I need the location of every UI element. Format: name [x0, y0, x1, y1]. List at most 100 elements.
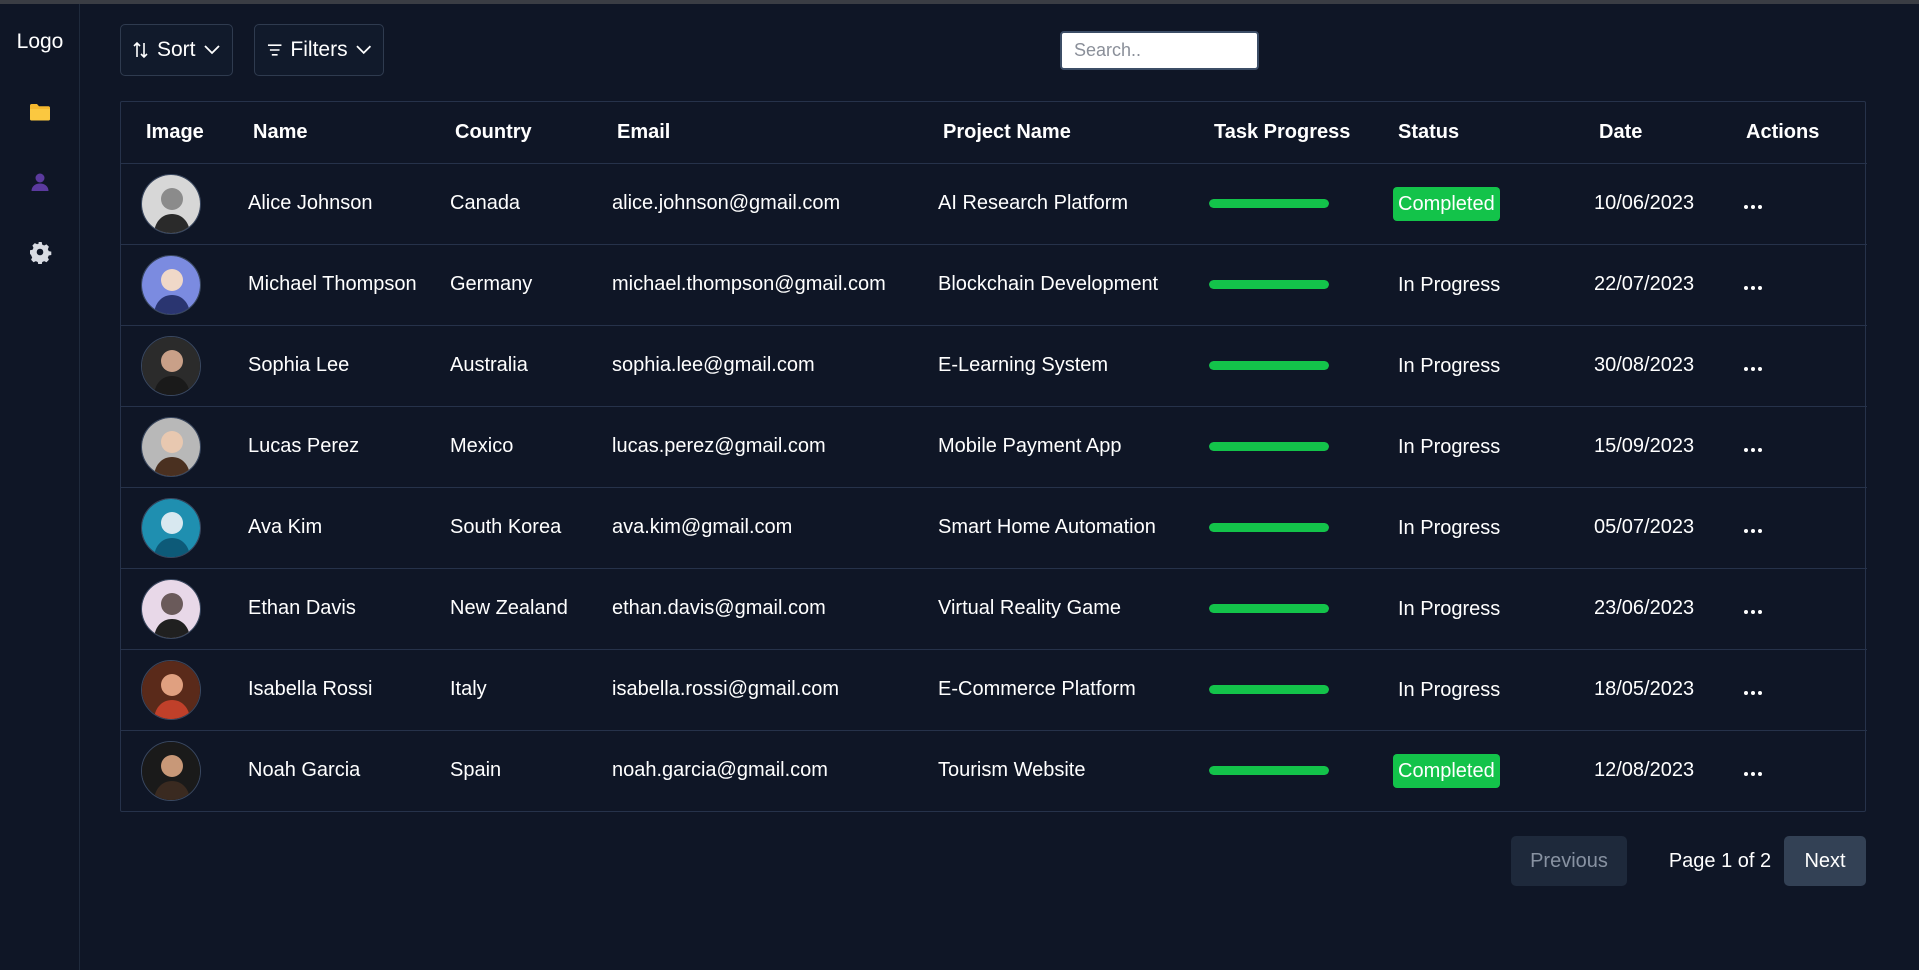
cell-project-name: E-Learning System	[938, 354, 1109, 376]
more-options-icon[interactable]	[1741, 529, 1762, 533]
cell-status: In Progress	[1393, 325, 1594, 406]
progress-bar	[1209, 523, 1329, 532]
column-header-image[interactable]: Image	[121, 102, 233, 163]
status-badge: In Progress	[1398, 597, 1501, 620]
cell-name: Lucas Perez	[248, 435, 360, 457]
cell-project-name: Blockchain Development	[938, 273, 1159, 295]
cell-task-progress	[1209, 244, 1393, 325]
sidebar: Logo	[0, 4, 80, 970]
cell-country: Germany	[450, 273, 533, 295]
status-badge: In Progress	[1398, 354, 1501, 377]
status-badge: In Progress	[1398, 678, 1501, 701]
table-row[interactable]: Ava Kim South Korea ava.kim@gmail.com Smart…	[121, 487, 1867, 568]
cell-status: In Progress	[1393, 487, 1594, 568]
cell-country: Spain	[450, 759, 502, 782]
cell-task-progress	[1209, 163, 1393, 244]
more-options-icon[interactable]	[1741, 610, 1762, 614]
column-header-name[interactable]: Name	[233, 102, 450, 163]
table-row[interactable]: Isabella Rossi Italy isabella.rossi@gmail.…	[121, 649, 1867, 730]
more-options-icon[interactable]	[1741, 448, 1762, 452]
table-row[interactable]: Michael Thompson Germany michael.thompson@…	[121, 244, 1867, 325]
cell-status: Completed	[1393, 730, 1594, 811]
cell-name: Alice Johnson	[248, 192, 373, 214]
cell-email: alice.johnson@gmail.com	[612, 192, 841, 214]
avatar	[141, 659, 201, 720]
cell-date: 18/05/2023	[1594, 678, 1695, 700]
progress-bar	[1209, 685, 1329, 694]
progress-bar	[1209, 766, 1329, 776]
cell-name: Noah Garcia	[248, 759, 361, 782]
cell-actions	[1741, 163, 1867, 244]
more-options-icon[interactable]	[1741, 772, 1762, 777]
chevron-down-icon	[355, 45, 371, 55]
filters-label: Filters	[290, 38, 348, 61]
cell-task-progress	[1209, 568, 1393, 649]
cell-task-progress	[1209, 649, 1393, 730]
column-header-email[interactable]: Email	[612, 102, 938, 163]
more-options-icon[interactable]	[1741, 691, 1762, 695]
progress-bar	[1209, 361, 1329, 370]
table-header-row: Image Name Country Email Project Name Ta…	[121, 102, 1867, 163]
avatar	[141, 173, 201, 234]
cell-task-progress	[1209, 730, 1393, 811]
sort-icon	[133, 41, 148, 59]
logo: Logo	[16, 30, 64, 53]
table-row[interactable]: Noah Garcia Spain noah.garcia@gmail.com Tou…	[121, 730, 1867, 811]
user-icon[interactable]	[28, 170, 52, 194]
chevron-down-icon	[203, 45, 220, 55]
column-header-status[interactable]: Status	[1393, 102, 1594, 163]
cell-date: 12/08/2023	[1594, 759, 1695, 782]
cell-country: Mexico	[450, 435, 514, 457]
sort-button[interactable]: Sort	[120, 24, 233, 76]
cell-task-progress	[1209, 406, 1393, 487]
cell-actions	[1741, 730, 1867, 811]
cell-project-name: Smart Home Automation	[938, 516, 1156, 538]
status-badge: In Progress	[1398, 435, 1501, 458]
cell-email: noah.garcia@gmail.com	[612, 759, 828, 782]
table-row[interactable]: Sophia Lee Australia sophia.lee@gmail.com E…	[121, 325, 1867, 406]
more-options-icon[interactable]	[1741, 205, 1762, 209]
more-options-icon[interactable]	[1741, 286, 1762, 290]
more-options-icon[interactable]	[1741, 367, 1762, 371]
cell-email: michael.thompson@gmail.com	[612, 273, 886, 295]
avatar-cell	[121, 649, 233, 730]
column-header-project-name[interactable]: Project Name	[938, 102, 1209, 163]
avatar-cell	[121, 406, 233, 487]
cell-status: In Progress	[1393, 244, 1594, 325]
cell-status: In Progress	[1393, 649, 1594, 730]
cell-date: 22/07/2023	[1594, 273, 1695, 295]
progress-fill	[1209, 766, 1329, 776]
cell-date: 10/06/2023	[1594, 192, 1695, 214]
column-header-task-progress[interactable]: Task Progress	[1209, 102, 1393, 163]
search-input[interactable]	[1060, 31, 1259, 70]
cell-project-name: Tourism Website	[938, 759, 1086, 782]
cell-name: Ava Kim	[248, 516, 323, 538]
table-row[interactable]: Lucas Perez Mexico lucas.perez@gmail.com Mo…	[121, 406, 1867, 487]
filters-button[interactable]: Filters	[254, 24, 384, 76]
next-button[interactable]: Next	[1784, 836, 1866, 886]
cell-date: 15/09/2023	[1594, 435, 1695, 457]
status-badge: Completed	[1393, 753, 1500, 788]
avatar-cell	[121, 730, 233, 811]
cell-actions	[1741, 244, 1867, 325]
cell-status: In Progress	[1393, 406, 1594, 487]
avatar-cell	[121, 325, 233, 406]
column-header-country[interactable]: Country	[450, 102, 612, 163]
table-row[interactable]: Alice Johnson Canada alice.johnson@gmail.c…	[121, 163, 1867, 244]
cell-email: ava.kim@gmail.com	[612, 516, 793, 538]
column-header-date[interactable]: Date	[1594, 102, 1741, 163]
cell-country: Canada	[450, 192, 521, 214]
cell-name: Sophia Lee	[248, 354, 350, 376]
cell-project-name: Mobile Payment App	[938, 435, 1122, 457]
progress-bar	[1209, 280, 1329, 289]
avatar	[141, 578, 201, 639]
status-badge: In Progress	[1398, 516, 1501, 539]
cell-email: isabella.rossi@gmail.com	[612, 678, 840, 700]
cell-project-name: AI Research Platform	[938, 192, 1129, 214]
status-badge: In Progress	[1398, 273, 1501, 296]
previous-button[interactable]: Previous	[1511, 836, 1627, 886]
folder-icon[interactable]	[28, 100, 52, 124]
table-row[interactable]: Ethan Davis New Zealand ethan.davis@gmail.…	[121, 568, 1867, 649]
gear-icon[interactable]	[28, 240, 52, 264]
avatar	[141, 740, 201, 801]
